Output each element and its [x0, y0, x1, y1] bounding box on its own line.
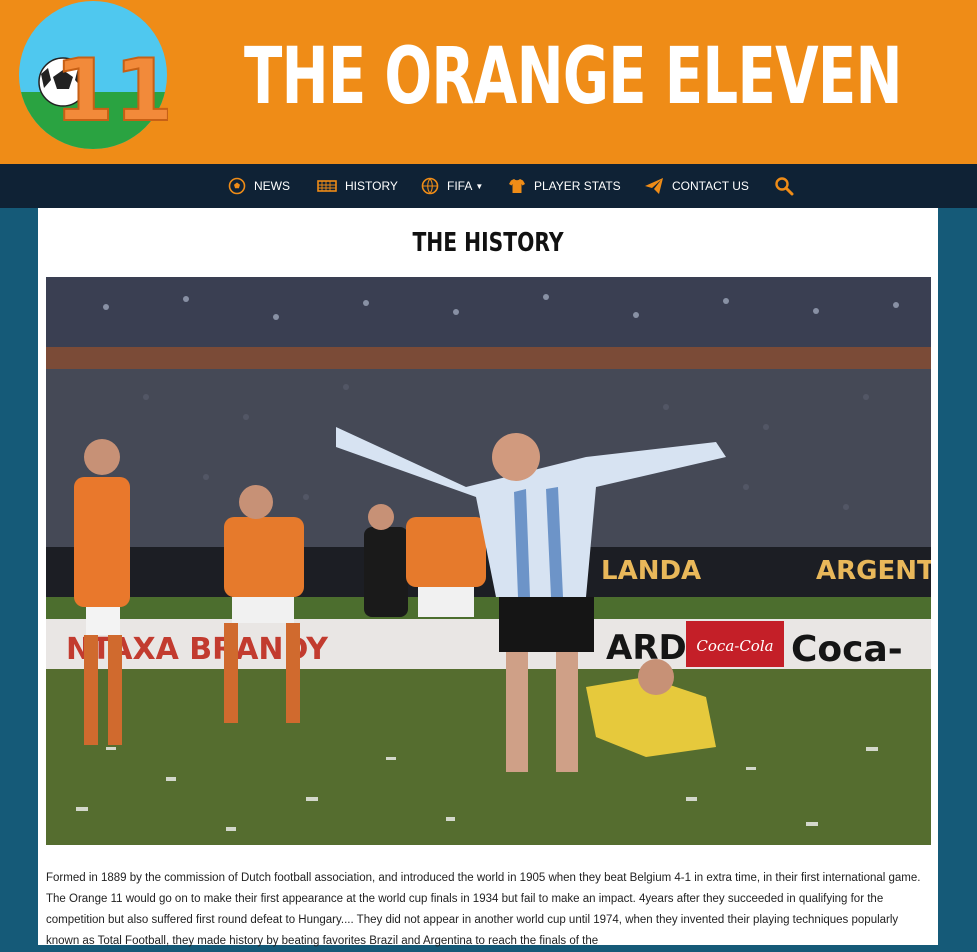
page-title: THE HISTORY [412, 228, 564, 258]
chevron-down-icon: ▼ [475, 181, 484, 191]
site-header: 11 THE ORANGE ELEVEN [0, 0, 977, 164]
jersey-icon [509, 179, 525, 193]
nav-item-player-stats[interactable]: PLAYER STATS [508, 164, 621, 208]
soccer-ball-icon [228, 177, 246, 195]
nav-label-news: NEWS [254, 179, 290, 193]
sign-coca: Coca- [791, 629, 903, 670]
fifa-trophy-icon [421, 177, 439, 195]
sign-left: LANDA [601, 556, 701, 586]
logo-number: 11 [54, 41, 168, 141]
nav-label-fifa: FIFA [447, 179, 473, 193]
goal-net-icon [317, 180, 337, 192]
search-icon[interactable] [774, 176, 794, 196]
site-title[interactable]: THE ORANGE ELEVEN [244, 38, 903, 116]
sign-coca-cola: Coca-Cola [696, 637, 773, 655]
nav-label-contact-us: CONTACT US [672, 179, 749, 193]
nav-item-contact-us[interactable]: CONTACT US [644, 164, 749, 208]
main-nav: NEWS HISTORY FIFA ▼ PLAYER STATS CONTACT… [0, 164, 977, 208]
sign-right: ARGENT [816, 556, 931, 586]
paper-plane-icon [645, 178, 663, 194]
history-body-text: Formed in 1889 by the commission of Dutc… [46, 872, 921, 947]
nav-item-fifa[interactable]: FIFA ▼ [421, 164, 483, 208]
site-logo[interactable]: 11 [18, 0, 168, 150]
history-photo: LANDA ARGENT NTAXA BRANDY ARDI Coca-Cola… [46, 277, 931, 845]
nav-item-news[interactable]: NEWS [228, 164, 290, 208]
nav-item-history[interactable]: HISTORY [317, 164, 398, 208]
content-card: THE HISTORY LANDA ARGENT NTAXA BRANDY AR… [38, 208, 938, 947]
nav-label-player-stats: PLAYER STATS [534, 179, 621, 193]
nav-label-history: HISTORY [345, 179, 398, 193]
